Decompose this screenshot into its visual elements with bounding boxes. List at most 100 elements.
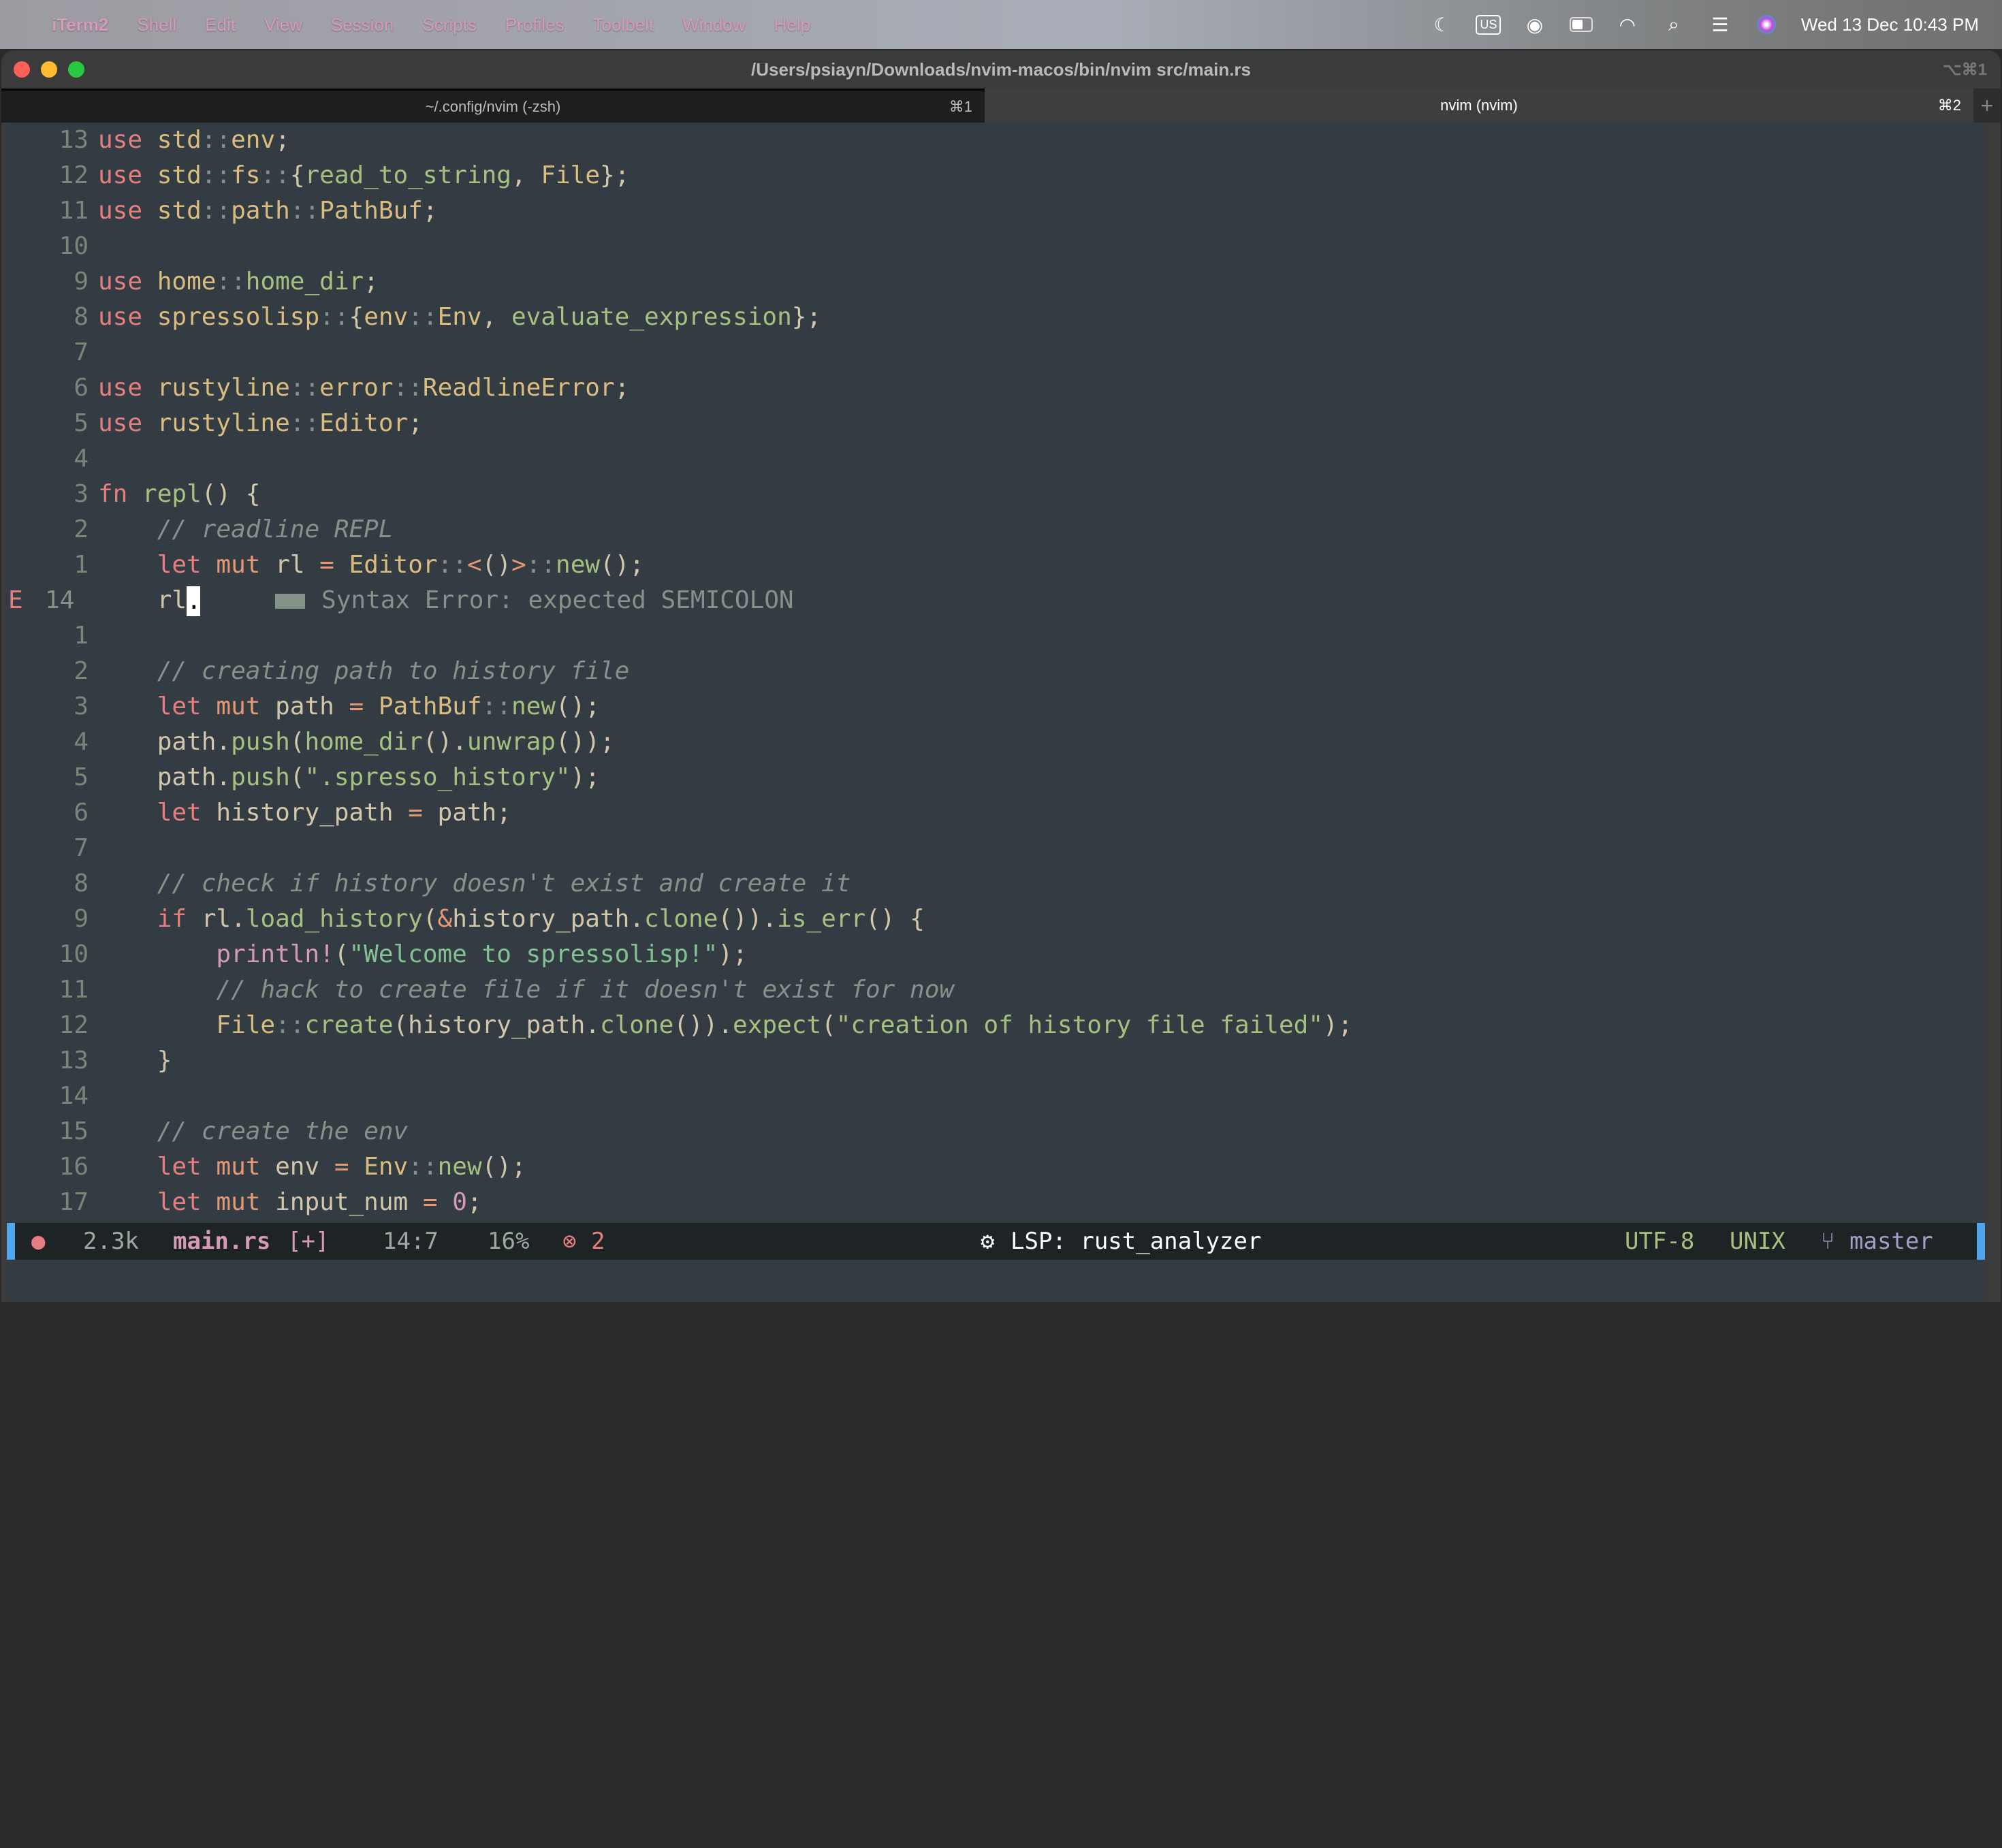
wifi-icon[interactable]: ◠ — [1616, 13, 1639, 36]
bug-icon: ● — [31, 1228, 46, 1255]
menu-toolbelt[interactable]: Toolbelt — [593, 14, 654, 35]
editor-line[interactable]: 10 println!("Welcome to spressolisp!"); — [7, 937, 1985, 972]
code-token: is_err — [777, 905, 866, 933]
editor-buffer[interactable]: 13 use std::env; 12 use std::fs::{read_to_s… — [7, 123, 1985, 1223]
line-number: 16 — [59, 1153, 89, 1181]
clock[interactable]: Wed 13 Dec 10:43 PM — [1801, 14, 1979, 35]
zoom-button[interactable] — [68, 61, 84, 78]
code-token: ()). — [673, 1011, 733, 1039]
editor-line[interactable]: 9 if rl.load_history(&history_path.clone… — [7, 902, 1985, 937]
menu-help[interactable]: Help — [774, 14, 810, 35]
input-source-icon[interactable]: US — [1476, 14, 1502, 35]
editor-line[interactable]: 15 // create the env — [7, 1114, 1985, 1149]
menu-view[interactable]: View — [264, 14, 302, 35]
close-button[interactable] — [14, 61, 30, 78]
editor-line[interactable]: 13 use std::env; — [7, 123, 1985, 158]
code-token: home_dir — [245, 268, 364, 296]
editor-line[interactable]: 6 use rustyline::error::ReadlineError; — [7, 370, 1985, 406]
editor-line[interactable]: 2 // readline REPL — [7, 512, 1985, 547]
window-shortcut: ⌥⌘1 — [1942, 61, 1987, 79]
code-text: } — [98, 1043, 172, 1079]
editor-line[interactable]: E 14 rl. Syntax Error: expected SEMICOLON — [7, 583, 1985, 618]
menu-window[interactable]: Window — [682, 14, 745, 35]
control-center-icon[interactable]: ☰ — [1709, 13, 1732, 36]
editor-line[interactable]: 16 let mut env = Env::new(); — [7, 1149, 1985, 1185]
line-number: 7 — [74, 834, 89, 862]
editor-line[interactable]: 8 // check if history doesn't exist and … — [7, 866, 1985, 902]
text-cursor: . — [187, 586, 202, 616]
tab-nvim[interactable]: nvim (nvim) ⌘2 — [985, 89, 1973, 123]
editor-line[interactable]: 14 — [7, 1079, 1985, 1114]
code-token: ()). — [718, 905, 778, 933]
minimize-button[interactable] — [41, 61, 57, 78]
siri-icon[interactable] — [1755, 13, 1778, 36]
code-token: :: — [275, 1011, 305, 1039]
menu-shell[interactable]: Shell — [137, 14, 176, 35]
cursor-position: 14:7 — [383, 1228, 439, 1255]
editor-line[interactable]: 1 let mut rl = Editor::<()>::new(); — [7, 547, 1985, 583]
editor-line[interactable]: 12 File::create(history_path.clone()).ex… — [7, 1008, 1985, 1043]
editor-line[interactable]: 11 use std::path::PathBuf; — [7, 193, 1985, 229]
editor-line[interactable]: 7 — [7, 831, 1985, 866]
command-line[interactable] — [7, 1260, 1985, 1301]
battery-icon[interactable] — [1569, 13, 1593, 36]
menu-session[interactable]: Session — [331, 14, 394, 35]
code-token: // check if history doesn't exist and cr… — [157, 870, 851, 897]
focus-moon-icon[interactable]: ☾ — [1431, 13, 1454, 36]
line-number: 5 — [74, 763, 89, 791]
tab-zsh[interactable]: ~/.config/nvim (-zsh) ⌘1 — [1, 89, 985, 123]
editor-line[interactable]: 10 — [7, 229, 1985, 264]
line-number: 7 — [74, 338, 89, 366]
code-token: input_num — [260, 1188, 423, 1216]
editor-line[interactable]: 9 use home::home_dir; — [7, 264, 1985, 300]
editor-line[interactable]: 17 let mut input_num = 0; — [7, 1185, 1985, 1220]
code-token: :: — [216, 268, 246, 296]
code-token: rl. — [187, 905, 246, 933]
code-text: // create the env — [98, 1114, 408, 1149]
file-size: 2.3k — [83, 1228, 139, 1255]
editor-line[interactable]: 3 let mut path = PathBuf::new(); — [7, 689, 1985, 724]
editor-line[interactable]: 5 use rustyline::Editor; — [7, 406, 1985, 441]
user-icon[interactable]: ◉ — [1523, 13, 1546, 36]
code-token: ; — [614, 374, 630, 402]
editor-line[interactable]: 5 path.push(".spresso_history"); — [7, 760, 1985, 795]
editor-line[interactable]: 8 use spressolisp::{env::Env, evaluate_ex… — [7, 300, 1985, 335]
editor-line[interactable]: 13 } — [7, 1043, 1985, 1079]
line-number: 11 — [59, 197, 89, 225]
code-token: "creation of history file failed" — [836, 1011, 1323, 1039]
editor-line[interactable]: 7 — [7, 335, 1985, 370]
code-token: let — [157, 551, 202, 579]
code-token: // creating path to history file — [157, 657, 630, 685]
tab-label: nvim (nvim) — [1440, 97, 1518, 114]
editor-line[interactable]: 4 path.push(home_dir().unwrap()); — [7, 724, 1985, 760]
editor-line[interactable]: 11 // hack to create file if it doesn't … — [7, 972, 1985, 1008]
code-token: :: — [201, 126, 232, 154]
menu-app[interactable]: iTerm2 — [52, 14, 108, 35]
menu-profiles[interactable]: Profiles — [505, 14, 565, 35]
code-text: use std::path::PathBuf; — [98, 193, 438, 229]
search-icon[interactable]: ⌕ — [1662, 13, 1685, 36]
editor-line[interactable]: 6 let history_path = path; — [7, 795, 1985, 831]
editor-line[interactable]: 2 // creating path to history file — [7, 654, 1985, 689]
editor-line[interactable]: 12 use std::fs::{read_to_string, File}; — [7, 158, 1985, 193]
new-tab-button[interactable]: + — [1973, 89, 2001, 123]
editor-line[interactable]: 3 fn repl() { — [7, 477, 1985, 512]
menu-scripts[interactable]: Scripts — [422, 14, 476, 35]
menu-edit[interactable]: Edit — [205, 14, 236, 35]
title-bar: /Users/psiayn/Downloads/nvim-macos/bin/n… — [1, 50, 2001, 89]
code-text: use home::home_dir; — [98, 264, 379, 300]
editor-line[interactable]: 4 — [7, 441, 1985, 477]
line-number: 4 — [74, 728, 89, 756]
code-token: :: — [408, 1153, 438, 1181]
error-sign: E — [8, 586, 23, 614]
line-number: 15 — [59, 1117, 89, 1145]
code-token: :: — [526, 551, 556, 579]
code-token: history_path — [201, 799, 409, 827]
editor-line[interactable]: 1 — [7, 618, 1985, 654]
